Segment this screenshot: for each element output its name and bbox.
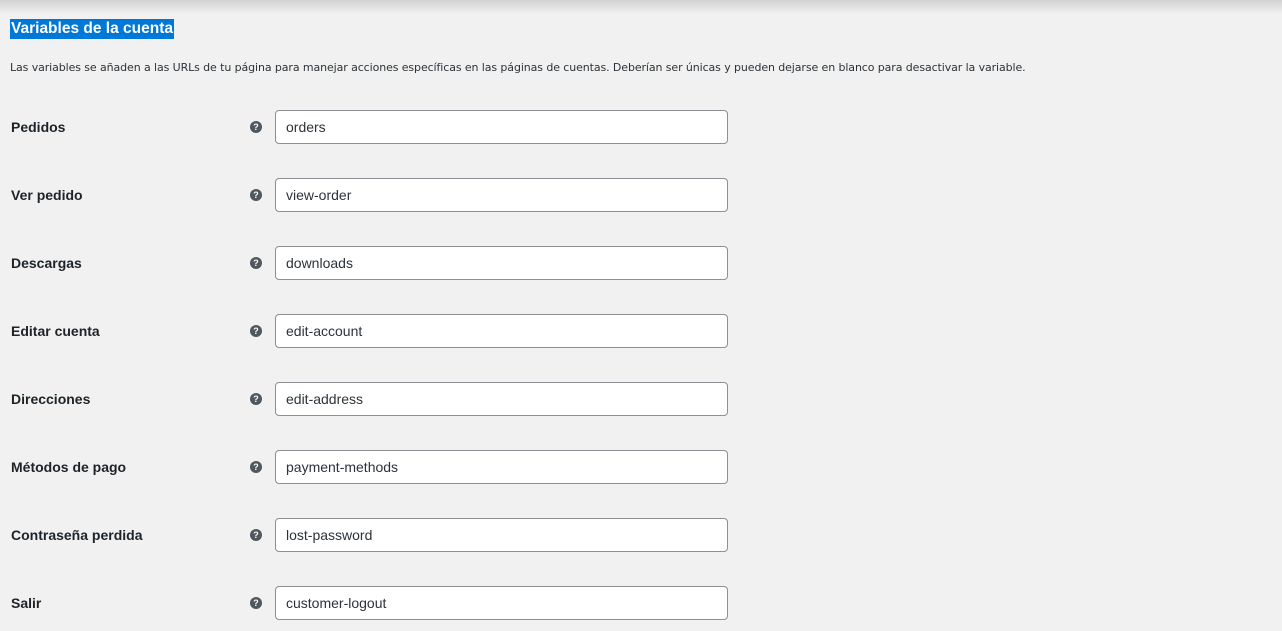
field-row-editar-cuenta: Editar cuenta ? [0, 314, 1282, 348]
question-circle-icon[interactable]: ? [250, 189, 262, 201]
question-circle-icon[interactable]: ? [250, 393, 262, 405]
field-label: Contraseña perdida [11, 527, 143, 543]
question-circle-icon[interactable]: ? [250, 121, 262, 133]
field-label: Salir [11, 595, 42, 611]
field-input-customer-logout[interactable] [275, 586, 728, 620]
section-title-text: Variables de la cuenta [10, 19, 174, 39]
field-row-pedidos: Pedidos ? [0, 110, 1282, 144]
section-title: Variables de la cuenta [10, 17, 174, 41]
field-input-edit-account[interactable] [275, 314, 728, 348]
question-circle-icon[interactable]: ? [250, 529, 262, 541]
field-label: Pedidos [11, 119, 66, 135]
field-label: Ver pedido [11, 187, 83, 203]
question-circle-icon[interactable]: ? [250, 257, 262, 269]
field-label: Editar cuenta [11, 323, 100, 339]
field-row-direcciones: Direcciones ? [0, 382, 1282, 416]
question-circle-icon[interactable]: ? [250, 597, 262, 609]
field-input-view-order[interactable] [275, 178, 728, 212]
field-input-downloads[interactable] [275, 246, 728, 280]
question-circle-icon[interactable]: ? [250, 461, 262, 473]
field-row-descargas: Descargas ? [0, 246, 1282, 280]
field-row-ver-pedido: Ver pedido ? [0, 178, 1282, 212]
question-circle-icon[interactable]: ? [250, 325, 262, 337]
field-row-contrasena-perdida: Contraseña perdida ? [0, 518, 1282, 552]
field-row-metodos-de-pago: Métodos de pago ? [0, 450, 1282, 484]
field-label: Direcciones [11, 391, 91, 407]
field-input-orders[interactable] [275, 110, 728, 144]
field-row-salir: Salir ? [0, 586, 1282, 620]
field-label: Descargas [11, 255, 82, 271]
field-input-payment-methods[interactable] [275, 450, 728, 484]
field-input-edit-address[interactable] [275, 382, 728, 416]
section-description: Las variables se añaden a las URLs de tu… [10, 61, 1026, 74]
top-shadow [0, 0, 1282, 14]
field-input-lost-password[interactable] [275, 518, 728, 552]
field-label: Métodos de pago [11, 459, 127, 475]
